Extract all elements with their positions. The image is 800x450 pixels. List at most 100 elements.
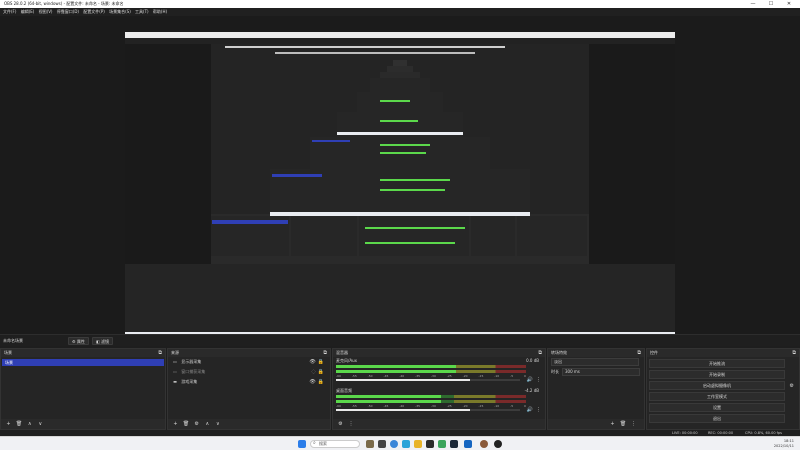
- transition-select[interactable]: 淡出: [551, 358, 639, 366]
- preview-canvas: [125, 32, 675, 345]
- menu-bar: 文件(F) 编辑(E) 视图(V) 停靠窗口(D) 配置文件(P) 场景集合(S…: [0, 8, 800, 16]
- audio-settings-button[interactable]: ⚙: [336, 419, 345, 429]
- level-meter: [336, 370, 526, 373]
- store-icon[interactable]: [402, 440, 410, 448]
- popout-icon[interactable]: ⧉: [792, 350, 796, 356]
- task-view-icon[interactable]: [378, 440, 386, 448]
- current-scene-label: 未命名场景: [3, 338, 23, 343]
- level-meter: [336, 400, 526, 403]
- meter-ticks: -60 -55 -50 -45 -40 -35 -30 -25 -20 -15 -10 -5 0: [336, 404, 526, 408]
- menu-help[interactable]: 帮助(H): [153, 8, 167, 16]
- scene-item[interactable]: 场景: [2, 359, 164, 366]
- move-scene-down-button[interactable]: ∨: [36, 419, 45, 429]
- popout-icon[interactable]: ⧉: [323, 350, 327, 356]
- taskbar: 搜索 ⌕ 18:11 2022/10/11: [0, 436, 800, 450]
- search-icon: ⌕: [313, 440, 316, 446]
- maximize-button[interactable]: ☐: [766, 0, 776, 8]
- popout-icon[interactable]: ⧉: [158, 350, 162, 356]
- mixer-menu-button[interactable]: ⋮: [347, 419, 356, 429]
- preview-area[interactable]: [0, 16, 800, 345]
- sources-dock-header: 来源 ⧉: [168, 349, 330, 357]
- add-source-button[interactable]: +: [171, 419, 180, 429]
- monitor-icon: ▭: [173, 359, 177, 364]
- app-icon[interactable]: [426, 440, 434, 448]
- menu-docks[interactable]: 停靠窗口(D): [57, 8, 79, 16]
- app-icon[interactable]: [480, 440, 488, 448]
- start-recording-button[interactable]: 开始录制: [649, 370, 785, 379]
- menu-tools[interactable]: 工具(T): [135, 8, 149, 16]
- menu-file[interactable]: 文件(F): [3, 8, 16, 16]
- menu-scene-collection[interactable]: 场景集合(S): [109, 8, 131, 16]
- virtual-camera-label: 启动虚拟摄像机: [703, 383, 731, 388]
- edge-icon[interactable]: [390, 440, 398, 448]
- scenes-dock-title: 场景: [4, 350, 12, 355]
- visibility-lock-icons[interactable]: 👁🔒: [309, 357, 326, 367]
- transition-menu-button[interactable]: ⋮: [629, 419, 638, 429]
- add-scene-button[interactable]: +: [4, 419, 13, 429]
- source-item[interactable]: ▭ 窗口捕获采集 ◌🔒: [168, 367, 330, 377]
- mixer-dock-header: 混音器 ⧉: [333, 349, 545, 357]
- controls-dock-title: 控件: [650, 350, 658, 355]
- more-icon[interactable]: ⋮: [536, 377, 541, 383]
- level-meter: [336, 365, 526, 368]
- system-clock[interactable]: 18:11 2022/10/11: [774, 439, 794, 449]
- menu-edit[interactable]: 编辑(E): [21, 8, 35, 16]
- mixer-channel-desktop: 桌面音频 -4.2 dB -60 -55 -50 -45 -40 -35 -30 -25 -20…: [333, 387, 545, 417]
- move-source-up-button[interactable]: ∧: [203, 419, 212, 429]
- start-virtual-camera-button[interactable]: 启动虚拟摄像机 ⚙: [649, 381, 794, 390]
- duration-input[interactable]: 300 ms: [562, 368, 640, 376]
- channel-db: 0.0 dB: [526, 358, 539, 363]
- mixer-channel-mic: 麦克风/Aux 0.0 dB -60 -55 -50 -45 -40 -35 -30 -25-…: [333, 357, 545, 387]
- channel-db: -4.2 dB: [524, 388, 539, 393]
- sources-dock: 来源 ⧉ ▭ 显示器采集 👁🔒 ▭ 窗口捕获采集 ◌🔒 ▬ 游戏采集 👁🔒 + …: [167, 348, 331, 430]
- source-properties-button[interactable]: ⚙: [192, 419, 201, 429]
- obs-icon[interactable]: [494, 440, 502, 448]
- transitions-dock-title: 转场特效: [551, 350, 567, 355]
- menu-profile[interactable]: 配置文件(P): [83, 8, 105, 16]
- transitions-dock-header: 转场特效 ⧉: [548, 349, 644, 357]
- explorer-icon[interactable]: [414, 440, 422, 448]
- recursive-capture-image: [125, 32, 675, 345]
- close-button[interactable]: ✕: [784, 0, 794, 8]
- volume-slider[interactable]: [336, 379, 520, 381]
- source-item[interactable]: ▭ 显示器采集 👁🔒: [168, 357, 330, 367]
- remove-source-button[interactable]: 🗑: [182, 419, 191, 429]
- scenes-dock: 场景 ⧉ 场景 + 🗑 ∧ ∨: [0, 348, 166, 430]
- speaker-icon[interactable]: 🔊: [527, 377, 533, 383]
- app-icon[interactable]: [464, 440, 472, 448]
- widgets-icon[interactable]: [366, 440, 374, 448]
- popout-icon[interactable]: ⧉: [538, 350, 542, 356]
- window-icon: ▭: [173, 369, 177, 374]
- steam-icon[interactable]: [450, 440, 458, 448]
- app-icon[interactable]: [438, 440, 446, 448]
- remove-transition-button[interactable]: 🗑: [619, 419, 628, 429]
- settings-button[interactable]: 设置: [649, 403, 785, 412]
- start-icon[interactable]: [298, 440, 306, 448]
- menu-view[interactable]: 视图(V): [39, 8, 53, 16]
- remove-scene-button[interactable]: 🗑: [15, 419, 24, 429]
- move-scene-up-button[interactable]: ∧: [25, 419, 34, 429]
- scene-info-bar: 未命名场景 ⚙ 属性 ◧ 滤镜: [0, 334, 800, 346]
- exit-button[interactable]: 退出: [649, 414, 785, 423]
- move-source-down-button[interactable]: ∨: [213, 419, 222, 429]
- scenes-dock-toolbar: + 🗑 ∧ ∨: [1, 419, 165, 429]
- start-streaming-button[interactable]: 开始推流: [649, 359, 785, 368]
- taskbar-search[interactable]: 搜索: [310, 440, 360, 448]
- popout-icon[interactable]: ⧉: [637, 350, 641, 356]
- gear-icon[interactable]: ⚙: [790, 382, 794, 390]
- volume-slider[interactable]: [336, 409, 520, 411]
- properties-button[interactable]: ⚙ 属性: [68, 337, 89, 345]
- add-transition-button[interactable]: +: [608, 419, 617, 429]
- more-icon[interactable]: ⋮: [536, 407, 541, 413]
- studio-mode-button[interactable]: 工作室模式: [649, 392, 785, 401]
- filters-button[interactable]: ◧ 滤镜: [92, 337, 114, 345]
- speaker-icon[interactable]: 🔊: [527, 407, 533, 413]
- channel-name: 桌面音频: [336, 388, 352, 393]
- visibility-lock-icons[interactable]: 👁🔒: [309, 377, 326, 387]
- source-label: 显示器采集: [181, 359, 202, 364]
- source-item[interactable]: ▬ 游戏采集 👁🔒: [168, 377, 330, 387]
- transition-type-row: 淡出: [548, 357, 644, 367]
- visibility-lock-icons[interactable]: ◌🔒: [311, 367, 326, 377]
- minimize-button[interactable]: —: [748, 0, 758, 8]
- window-title: OBS 28.0.2 (64-bit, windows) - 配置文件: 未命名…: [4, 1, 124, 6]
